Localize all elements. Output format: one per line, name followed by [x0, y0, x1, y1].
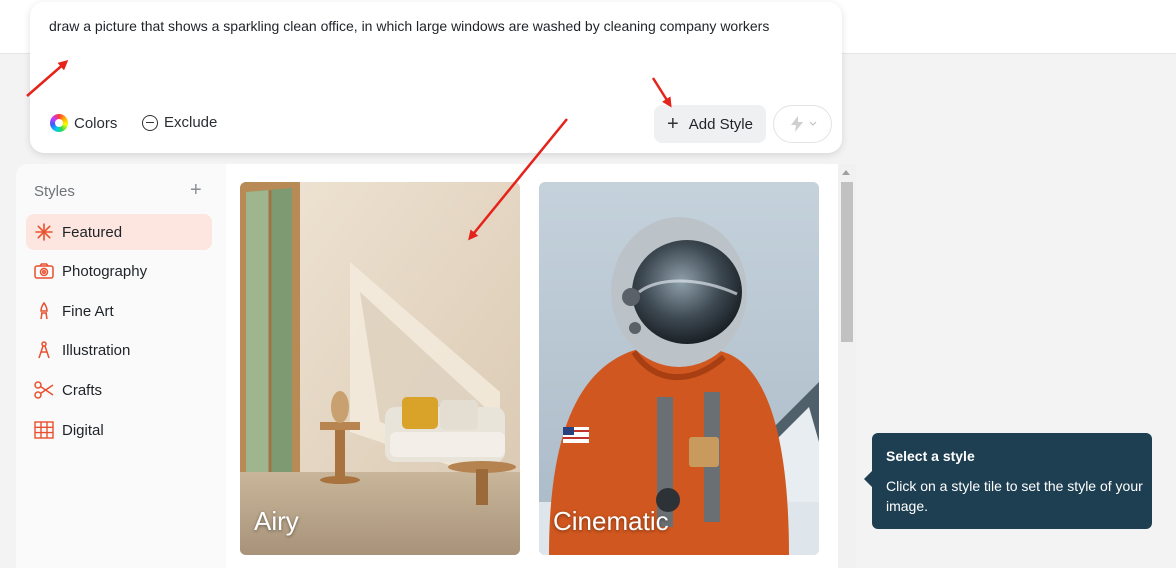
- scrollbar[interactable]: [838, 164, 856, 568]
- sidebar-item-label: Illustration: [62, 341, 131, 359]
- sidebar-item-digital[interactable]: Digital: [26, 412, 212, 448]
- sidebar-item-label: Digital: [62, 421, 104, 439]
- prompt-input[interactable]: draw a picture that shows a sparkling cl…: [49, 16, 809, 36]
- colors-button[interactable]: Colors: [50, 114, 117, 132]
- sidebar-header: Styles: [34, 183, 75, 200]
- add-style-label: Add Style: [688, 115, 753, 133]
- tooltip-title: Select a style: [886, 448, 975, 464]
- sidebar-item-label: Photography: [62, 262, 148, 280]
- colors-label: Colors: [74, 114, 118, 132]
- sidebar-item-label: Fine Art: [62, 302, 114, 320]
- sidebar-item-featured[interactable]: Featured: [26, 214, 212, 250]
- scroll-up-icon[interactable]: [842, 170, 850, 175]
- tooltip-body: Click on a style tile to set the style o…: [886, 478, 1143, 514]
- asterisk-icon: [34, 222, 54, 242]
- plus-icon: +: [667, 113, 679, 135]
- scissors-icon: [34, 380, 54, 400]
- sidebar-item-label: Featured: [62, 223, 123, 241]
- brush-icon: [34, 301, 54, 321]
- style-tile-label: Cinematic: [553, 506, 669, 536]
- compass-pen-icon: [34, 340, 54, 360]
- sidebar-item-crafts[interactable]: Crafts: [26, 372, 212, 408]
- add-category-button[interactable]: +: [190, 179, 202, 202]
- minus-circle-icon: [142, 114, 158, 131]
- style-tile-airy[interactable]: Airy: [240, 182, 520, 555]
- add-style-button[interactable]: + Add Style: [654, 105, 766, 143]
- sidebar-item-label: Crafts: [62, 381, 103, 399]
- airy-room-image: [240, 182, 520, 555]
- sidebar-item-illustration[interactable]: Illustration: [26, 332, 212, 368]
- style-sidebar: Styles + Featured Photography Fine Art I…: [16, 164, 226, 568]
- color-wheel-icon: [50, 114, 68, 132]
- style-tile-cinematic[interactable]: Cinematic: [539, 182, 819, 555]
- style-tooltip: Select a style Click on a style tile to …: [864, 433, 1152, 529]
- grid-icon: [34, 420, 54, 440]
- astronaut-image: [539, 182, 819, 555]
- exclude-label: Exclude: [164, 114, 218, 131]
- scroll-thumb[interactable]: [841, 182, 853, 342]
- generate-mode-button[interactable]: [773, 105, 832, 143]
- lightning-icon: [790, 116, 803, 132]
- style-tile-label: Airy: [254, 506, 299, 536]
- sidebar-item-photography[interactable]: Photography: [26, 253, 212, 289]
- style-panel: Styles + Featured Photography Fine Art I…: [16, 164, 856, 568]
- exclude-button[interactable]: Exclude: [142, 114, 217, 131]
- camera-icon: [34, 261, 54, 281]
- prompt-card: draw a picture that shows a sparkling cl…: [30, 2, 842, 153]
- sidebar-item-fine-art[interactable]: Fine Art: [26, 293, 212, 329]
- chevron-down-icon: [809, 121, 816, 126]
